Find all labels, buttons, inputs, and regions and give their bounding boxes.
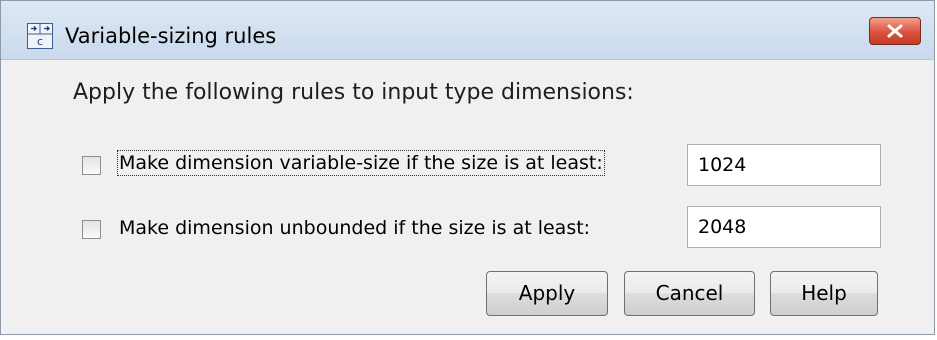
close-button[interactable]: [869, 17, 921, 45]
dialog-window: c Variable-sizing rules Apply the follow…: [0, 0, 935, 335]
unbounded-threshold-input[interactable]: 2048: [687, 206, 881, 248]
cancel-button[interactable]: Cancel: [624, 271, 755, 316]
close-icon: [887, 24, 903, 38]
variable-size-checkbox[interactable]: [82, 156, 101, 175]
unbounded-label[interactable]: Make dimension unbounded if the size is …: [119, 217, 590, 239]
variable-sizing-app-icon: c: [27, 23, 53, 49]
dialog-body: Apply the following rules to input type …: [1, 60, 934, 334]
help-button[interactable]: Help: [770, 271, 878, 316]
svg-text:c: c: [37, 35, 43, 48]
title-bar[interactable]: c Variable-sizing rules: [1, 1, 934, 60]
variable-size-label[interactable]: Make dimension variable-size if the size…: [117, 150, 605, 176]
variable-size-threshold-input[interactable]: 1024: [687, 144, 881, 186]
apply-button[interactable]: Apply: [486, 271, 608, 316]
unbounded-checkbox[interactable]: [82, 220, 101, 239]
dialog-heading: Apply the following rules to input type …: [73, 80, 634, 105]
window-title: Variable-sizing rules: [65, 24, 277, 48]
